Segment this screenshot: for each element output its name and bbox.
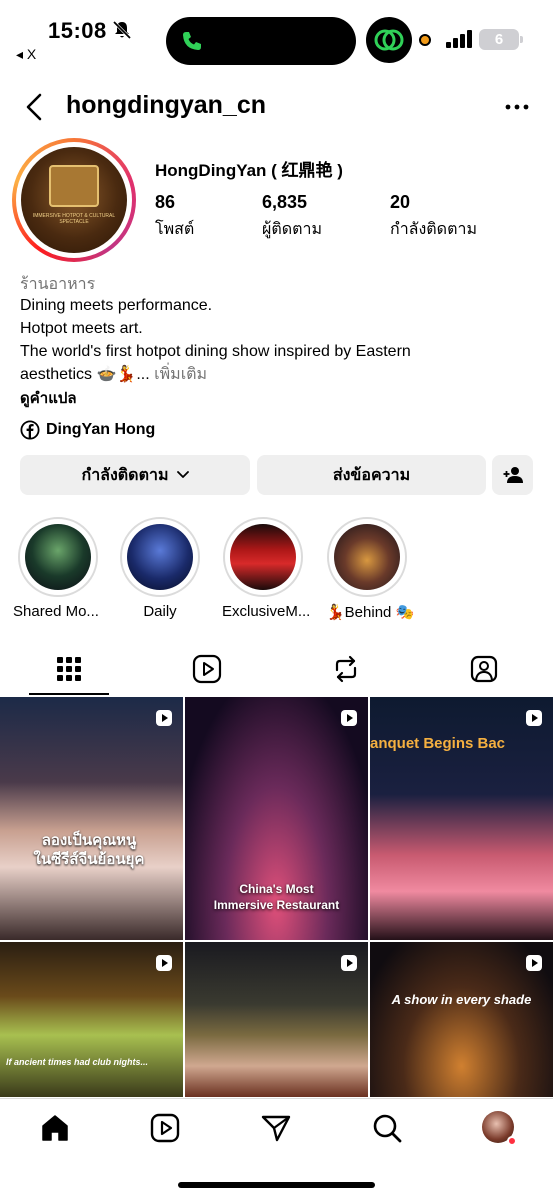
bio-line: Hotpot meets art.: [20, 320, 143, 337]
post-caption: ลองเป็นคุณหนู ในซีรีส์จีนย้อนยุค: [33, 832, 145, 868]
facebook-icon: [20, 420, 40, 440]
stat-followers[interactable]: 6,835 ผู้ติดตาม: [262, 192, 322, 242]
tagged-icon[interactable]: [469, 654, 499, 684]
followers-label: ผู้ติดตาม: [262, 221, 323, 238]
notification-dot: [507, 1136, 517, 1146]
post-caption: If ancient times had club nights...: [6, 1057, 149, 1067]
profile-tab-avatar[interactable]: [482, 1111, 517, 1146]
direct-message-icon[interactable]: [261, 1113, 291, 1143]
following-label: กำลังติดตาม: [390, 221, 477, 238]
stat-following[interactable]: 20 กำลังติดตาม: [390, 192, 477, 242]
grid-post[interactable]: A show in every shade: [370, 942, 553, 1097]
profile-tabs: [0, 648, 553, 696]
back-arrow-icon[interactable]: [22, 92, 48, 122]
display-name: HongDingYan ( 红鼎艳 ): [155, 161, 343, 180]
highlight-cover: [334, 524, 400, 590]
stat-posts[interactable]: 86 โพสต์: [155, 192, 194, 242]
status-bar: 15:08 ◂ X 6: [0, 0, 553, 70]
grid-post[interactable]: China's Most Immersive Restaurant: [185, 697, 368, 940]
message-button[interactable]: ส่งข้อความ: [257, 455, 486, 495]
see-translation-link[interactable]: ดูคำแปล: [20, 386, 77, 410]
activity-indicator[interactable]: [366, 17, 412, 63]
grid-post[interactable]: anquet Begins Bac: [370, 697, 553, 940]
post-caption: anquet Begins Bac: [370, 735, 506, 752]
back-to-app-link[interactable]: ◂ X: [16, 46, 36, 63]
bio-more-link[interactable]: เพิ่มเติม: [154, 366, 207, 383]
story-highlight-daily[interactable]: Daily: [119, 517, 201, 620]
story-highlight-shared-moments[interactable]: Shared Mo...: [13, 517, 99, 620]
profile-avatar-story-ring[interactable]: IMMERSIVE HOTPOT & CULTURAL SPECTACLE: [12, 138, 136, 262]
profile-header: hongdingyan_cn: [0, 86, 553, 128]
highlight-label: Daily: [143, 603, 177, 620]
mic-in-use-dot: [419, 34, 431, 46]
battery-icon: 6: [479, 29, 523, 50]
bio-line: aesthetics 🍲💃: [20, 366, 137, 383]
reel-icon: [341, 955, 357, 971]
following-button[interactable]: กำลังติดตาม: [20, 455, 250, 495]
highlight-cover: [127, 524, 193, 590]
bio-line: Dining meets performance.: [20, 297, 213, 314]
reel-icon: [156, 955, 172, 971]
dynamic-island[interactable]: [166, 17, 356, 65]
reels-icon[interactable]: [150, 1113, 180, 1143]
posts-grid: ลองเป็นคุณหนู ในซีรีส์จีนย้อนยุค China's…: [0, 697, 553, 1097]
signal-icon: [446, 30, 472, 48]
highlight-label: Shared Mo...: [13, 603, 99, 620]
facebook-link-label: DingYan Hong: [46, 421, 156, 438]
highlight-label: ExclusiveM...: [222, 603, 311, 620]
profile-bio: Dining meets performance. Hotpot meets a…: [20, 294, 540, 386]
highlight-cover: [25, 524, 91, 590]
avatar-logo-text: IMMERSIVE HOTPOT & CULTURAL SPECTACLE: [32, 213, 116, 225]
phone-icon: [183, 32, 201, 50]
following-count: 20: [390, 192, 411, 212]
grid-icon[interactable]: [54, 654, 84, 684]
facebook-profile-link[interactable]: DingYan Hong: [20, 420, 155, 440]
reel-icon: [341, 710, 357, 726]
posts-count: 86: [155, 192, 176, 212]
posts-label: โพสต์: [155, 221, 195, 238]
post-caption: China's Most Immersive Restaurant: [213, 882, 340, 912]
add-person-icon: [503, 467, 523, 483]
followers-count: 6,835: [262, 192, 308, 212]
more-options-icon[interactable]: [504, 94, 530, 120]
reel-icon: [156, 710, 172, 726]
reel-icon: [526, 710, 542, 726]
grid-post[interactable]: ลองเป็นคุณหนู ในซีรีส์จีนย้อนยุค: [0, 697, 183, 940]
status-time: 15:08: [48, 18, 107, 43]
restaurant-logo-icon: [49, 165, 99, 207]
message-button-label: ส่งข้อความ: [332, 466, 411, 484]
grid-post[interactable]: If ancient times had club nights...: [0, 942, 183, 1097]
home-indicator[interactable]: [178, 1182, 375, 1188]
highlight-cover: [230, 524, 296, 590]
reels-tab-icon[interactable]: [192, 654, 222, 684]
bio-line: The world's first hotpot dining show ins…: [20, 343, 411, 360]
story-highlight-behind[interactable]: 💃Behind 🎭: [326, 517, 415, 621]
link-rings-icon: [374, 29, 404, 51]
grid-post[interactable]: [185, 942, 368, 1097]
home-icon[interactable]: [40, 1113, 70, 1143]
active-tab-indicator: [29, 693, 109, 695]
story-highlight-exclusive[interactable]: ExclusiveM...: [222, 517, 311, 620]
reposts-icon[interactable]: [331, 654, 361, 684]
bio-ellipsis: ...: [136, 366, 150, 383]
highlight-label: 💃Behind 🎭: [326, 604, 415, 621]
avatar: IMMERSIVE HOTPOT & CULTURAL SPECTACLE: [21, 147, 127, 253]
following-button-label: กำลังติดตาม: [81, 466, 169, 484]
search-icon[interactable]: [372, 1113, 402, 1143]
suggested-users-button[interactable]: [492, 455, 533, 495]
reel-icon: [526, 955, 542, 971]
chevron-down-icon: [176, 471, 189, 478]
post-caption: A show in every shade: [391, 992, 532, 1007]
profile-username: hongdingyan_cn: [66, 91, 266, 119]
bell-muted-icon: [112, 20, 132, 40]
bio-line-last: aesthetics 🍲💃... เพิ่มเติม: [20, 363, 540, 386]
